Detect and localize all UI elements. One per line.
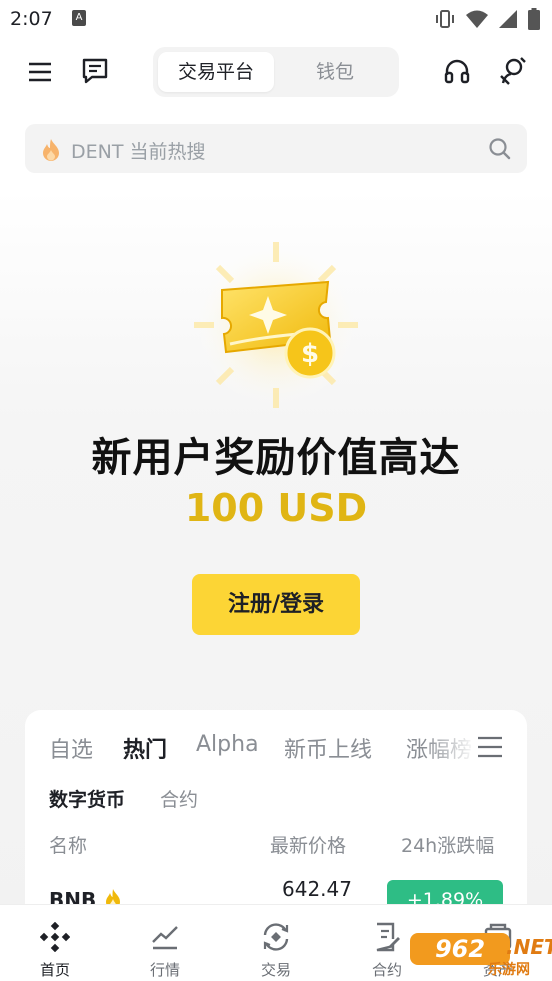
market-tab-alpha[interactable]: Alpha [196, 732, 259, 757]
chart-trend-icon [149, 921, 181, 953]
svg-text:$: $ [301, 339, 319, 369]
signal-icon [499, 10, 517, 28]
promo-title: 新用户奖励价值高达 [91, 435, 461, 481]
battery-icon [528, 8, 540, 30]
market-tab-watchlist[interactable]: 自选 [49, 732, 93, 764]
search-bar[interactable]: DENT 当前热搜 [25, 124, 527, 173]
nav-home[interactable]: 首页 [10, 905, 100, 981]
column-name: 名称 [49, 835, 88, 857]
nav-trade-label: 交易 [260, 961, 291, 979]
status-indicators [434, 8, 540, 30]
mode-switcher: 交易平台 钱包 [153, 47, 399, 97]
search-placeholder: DENT 当前热搜 [71, 141, 206, 163]
tabs-fade-overlay [425, 726, 485, 766]
notification-app-icon: A [72, 10, 86, 26]
tab-wallet[interactable]: 钱包 [277, 52, 393, 92]
nav-markets-label: 行情 [149, 961, 180, 979]
market-tab-hot[interactable]: 热门 [123, 732, 167, 764]
nav-trade[interactable]: 交易 [231, 905, 321, 981]
site-watermark: 962 .NET 乐游网 [410, 925, 552, 979]
column-price: 最新价格 [270, 835, 347, 857]
subtab-spot[interactable]: 数字货币 [49, 785, 125, 812]
profile-edit-icon[interactable] [496, 55, 528, 87]
fire-icon [43, 139, 59, 161]
status-bar: 2:07 A [0, 0, 552, 38]
tab-exchange[interactable]: 交易平台 [158, 52, 274, 92]
register-login-button[interactable]: 注册/登录 [192, 574, 360, 635]
menu-icon[interactable] [26, 58, 54, 86]
subtab-futures[interactable]: 合约 [160, 785, 198, 812]
market-tab-new-listings[interactable]: 新币上线 [284, 732, 372, 764]
watermark-suffix: .NET [506, 935, 552, 959]
watermark-sub: 乐游网 [488, 962, 530, 978]
support-headset-icon[interactable] [442, 57, 472, 87]
reward-ticket-illustration: $ [192, 241, 360, 409]
messages-icon[interactable] [80, 56, 110, 86]
trade-exchange-icon [260, 921, 292, 953]
search-icon[interactable] [488, 137, 512, 161]
promo-amount: 100 USD [184, 486, 368, 530]
top-app-bar: 交易平台 钱包 [0, 44, 552, 100]
status-time: 2:07 [10, 8, 53, 30]
binance-logo-icon [39, 921, 71, 953]
nav-home-label: 首页 [39, 961, 70, 979]
contract-doc-icon [371, 921, 403, 953]
column-change: 24h涨跌幅 [401, 835, 495, 857]
wifi-icon [466, 10, 488, 28]
more-tabs-menu-icon[interactable] [477, 736, 503, 758]
vibrate-icon [436, 10, 454, 28]
coin-price: 642.47 [282, 877, 352, 901]
nav-markets[interactable]: 行情 [120, 905, 210, 981]
